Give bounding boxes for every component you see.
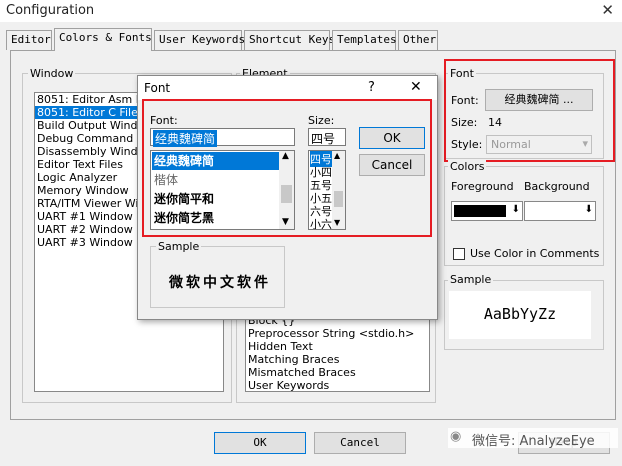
highlight-rect-font-group [444,59,615,162]
foreground-swatch [454,205,506,217]
help-icon[interactable]: ? [368,80,375,95]
tab-editor[interactable]: Editor [6,30,52,50]
list-item[interactable]: Hidden Text [246,340,429,353]
list-item[interactable]: User Keywords [246,379,429,391]
list-item[interactable]: Matching Braces [246,353,429,366]
tab-shortcut-keys[interactable]: Shortcut Keys [244,30,335,50]
font-sample-text: 微软中文软件 [169,275,271,291]
close-icon[interactable]: ✕ [601,1,614,19]
tab-user-keywords[interactable]: User Keywords [154,30,245,50]
sample-preview: AaBbYyZz [449,291,591,339]
dropdown-arrow-icon: ⬇ [511,204,520,215]
tab-strip: Editor Colors & Fonts User Keywords Shor… [4,28,618,51]
list-item[interactable]: Preprocessor String <stdio.h> [246,327,429,340]
font-dialog-title-bar: Font ? ✕ [138,76,437,100]
use-color-comments-checkbox[interactable] [453,248,465,260]
use-color-comments-label: Use Color in Comments [470,247,600,260]
dropdown-arrow-icon: ⬇ [584,204,593,215]
window-title: Configuration [6,3,95,18]
foreground-color-picker[interactable]: ⬇ [451,201,523,221]
highlight-rect-font-dialog [142,99,432,237]
watermark-text: 微信号: AnalyzeEye [472,434,595,449]
close-icon[interactable]: ✕ [410,79,422,95]
foreground-label: Foreground [451,180,514,193]
background-color-picker[interactable]: ⬇ [524,201,596,221]
background-swatch [527,205,579,217]
tab-templates[interactable]: Templates [332,30,397,50]
background-label: Background [524,180,590,193]
font-sample-label: Sample [156,240,202,253]
font-dialog-title: Font [144,81,171,95]
window-title-bar: Configuration ✕ [0,0,622,22]
watermark: ◉ 微信号: AnalyzeEye [448,428,618,449]
sample-group-label: Sample [448,273,494,286]
list-item[interactable]: Mismatched Braces [246,366,429,379]
window-group-label: Window [28,67,76,80]
tab-colors-fonts[interactable]: Colors & Fonts [54,28,152,51]
ok-button[interactable]: OK [214,432,306,454]
tab-other[interactable]: Other [398,30,438,50]
wechat-icon: ◉ [450,429,462,444]
colors-group-label: Colors [448,160,487,173]
cancel-button[interactable]: Cancel [314,432,406,454]
